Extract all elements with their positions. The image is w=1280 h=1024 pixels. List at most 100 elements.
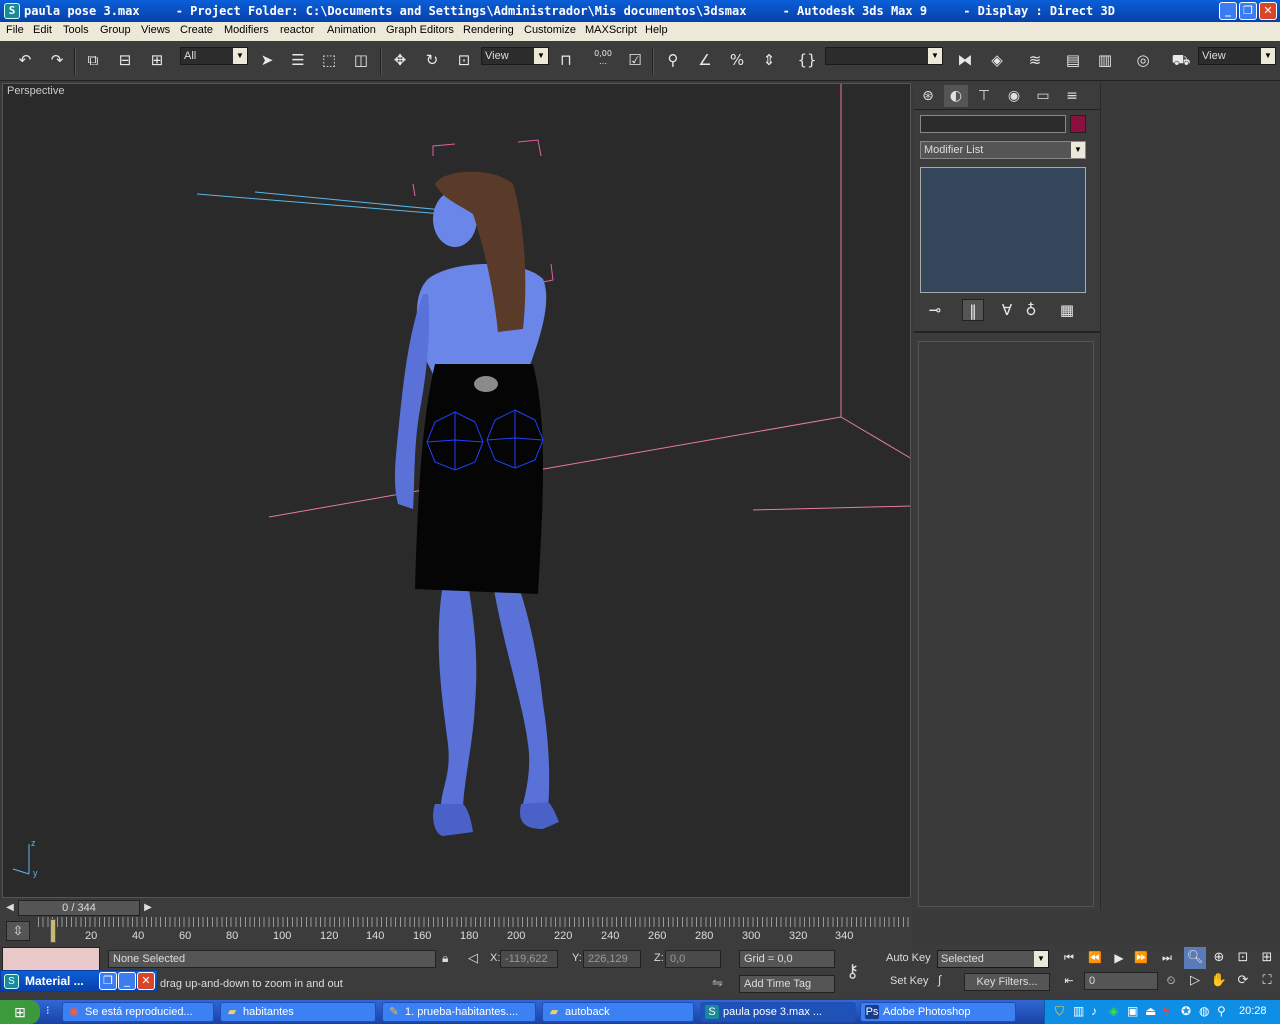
- selection-filter-dropdown[interactable]: All ▼: [180, 47, 248, 65]
- close-button[interactable]: ✕: [1259, 2, 1277, 20]
- layer-manager-icon[interactable]: ≋: [1024, 49, 1046, 71]
- menu-views[interactable]: Views: [141, 24, 170, 36]
- hierarchy-tab-icon[interactable]: ⊤: [972, 85, 996, 107]
- angle-snap-icon[interactable]: ∠: [694, 49, 716, 71]
- select-and-link-icon[interactable]: ⧉: [82, 49, 104, 71]
- reference-coordinate-dropdown[interactable]: View ▼: [481, 47, 549, 65]
- transform-mode-icon[interactable]: ◁: [468, 950, 478, 966]
- snaps-toggle-icon[interactable]: ⚲: [662, 49, 684, 71]
- create-tab-icon[interactable]: ⊛: [916, 85, 940, 107]
- zoom-extents-all-icon[interactable]: ⊞: [1256, 947, 1278, 969]
- select-and-scale-icon[interactable]: ⊡: [453, 49, 475, 71]
- set-key-button[interactable]: Set Key: [890, 975, 929, 987]
- open-mini-curve-editor-icon[interactable]: ⇳: [6, 921, 30, 941]
- previous-frame-icon[interactable]: ⏪: [1084, 947, 1106, 969]
- time-slider-next-icon[interactable]: ▶: [142, 901, 154, 915]
- spinner-snap-icon[interactable]: 0,00 ⋯: [592, 49, 614, 71]
- maximize-button[interactable]: ❐: [1239, 2, 1257, 20]
- menu-help[interactable]: Help: [645, 24, 668, 36]
- menu-tools[interactable]: Tools: [63, 24, 89, 36]
- modify-tab-icon[interactable]: ◐: [944, 85, 968, 107]
- align-icon[interactable]: ◈: [986, 49, 1008, 71]
- redo-icon[interactable]: ↷: [46, 49, 68, 71]
- arc-rotate-icon[interactable]: ⟳: [1232, 970, 1254, 992]
- curve-editor-icon[interactable]: ▤: [1062, 49, 1084, 71]
- remove-modifier-icon[interactable]: ♁: [1020, 299, 1042, 321]
- zoom-all-icon[interactable]: ⊕: [1208, 947, 1230, 969]
- select-and-rotate-icon[interactable]: ↻: [421, 49, 443, 71]
- task-button[interactable]: ◉ Se está reproducied...: [62, 1002, 214, 1022]
- time-configuration-icon[interactable]: ⏲: [1160, 970, 1182, 992]
- usb-icon[interactable]: ⏏: [1145, 1004, 1156, 1018]
- unlink-selection-icon[interactable]: ⊟: [114, 49, 136, 71]
- quick-launch-icon[interactable]: ⁝: [46, 1004, 50, 1017]
- menu-create[interactable]: Create: [180, 24, 213, 36]
- messenger-icon[interactable]: ◈: [1109, 1004, 1118, 1018]
- menu-customize[interactable]: Customize: [524, 24, 576, 36]
- start-button[interactable]: ⊞: [0, 1000, 40, 1024]
- percent-snap-icon[interactable]: %: [726, 49, 748, 71]
- show-end-result-icon[interactable]: ‖: [962, 299, 984, 321]
- maximize-viewport-icon[interactable]: ⛶: [1256, 970, 1278, 992]
- menu-graph-editors[interactable]: Graph Editors: [386, 24, 454, 36]
- named-selection-sets-dropdown[interactable]: ▼: [825, 47, 943, 65]
- current-frame-field[interactable]: 0: [1084, 972, 1158, 990]
- rectangular-selection-icon[interactable]: ⬚: [318, 49, 340, 71]
- render-view-dropdown[interactable]: View ▼: [1198, 47, 1276, 65]
- close-button[interactable]: ✕: [137, 972, 155, 990]
- menu-reactor[interactable]: reactor: [280, 24, 314, 36]
- menu-group[interactable]: Group: [100, 24, 131, 36]
- app-icon[interactable]: S: [4, 3, 20, 19]
- object-color-swatch[interactable]: [1070, 115, 1086, 133]
- key-filters-button[interactable]: Key Filters...: [964, 973, 1050, 991]
- utilities-tab-icon[interactable]: ≡: [1060, 85, 1084, 107]
- menu-file[interactable]: File: [6, 24, 24, 36]
- pin-stack-icon[interactable]: ⊸: [924, 299, 946, 321]
- bind-to-space-warp-icon[interactable]: ⊞: [146, 49, 168, 71]
- select-by-name-icon[interactable]: ☰: [287, 49, 309, 71]
- modifier-stack[interactable]: [920, 167, 1086, 293]
- time-slider[interactable]: ◀ 0 / 344 ▶: [0, 899, 912, 917]
- undo-icon[interactable]: ↶: [14, 49, 36, 71]
- menu-edit[interactable]: Edit: [33, 24, 52, 36]
- menu-animation[interactable]: Animation: [327, 24, 376, 36]
- task-button[interactable]: ▰ autoback: [542, 1002, 694, 1022]
- display-tab-icon[interactable]: ▭: [1031, 85, 1055, 107]
- perspective-viewport[interactable]: Perspective z y: [2, 83, 911, 898]
- y-coordinate-field[interactable]: 226,129: [583, 950, 641, 968]
- field-of-view-icon[interactable]: ▷: [1184, 970, 1206, 992]
- select-and-move-icon[interactable]: ✥: [389, 49, 411, 71]
- lock-selection-icon[interactable]: 🔒︎: [442, 951, 448, 966]
- security-shield-icon[interactable]: ⛉: [1055, 1004, 1064, 1019]
- task-button[interactable]: ✎ 1. prueba-habitantes....: [382, 1002, 536, 1022]
- material-editor-minimized-window[interactable]: S Material ... ❐ _ ✕: [0, 970, 158, 992]
- x-coordinate-field[interactable]: -119,622: [500, 950, 558, 968]
- add-time-tag-button[interactable]: Add Time Tag: [739, 975, 835, 993]
- current-frame-marker[interactable]: [50, 919, 56, 943]
- menu-maxscript[interactable]: MAXScript: [585, 24, 637, 36]
- key-mode-dropdown[interactable]: Selected ▼: [937, 950, 1049, 968]
- task-button[interactable]: Ps Adobe Photoshop: [860, 1002, 1016, 1022]
- schematic-view-icon[interactable]: ▥: [1094, 49, 1116, 71]
- manipulate-icon[interactable]: ☑: [624, 49, 646, 71]
- pivot-center-icon[interactable]: ⊓: [555, 49, 577, 71]
- render-scene-icon[interactable]: ⛟: [1170, 49, 1192, 71]
- menu-modifiers[interactable]: Modifiers: [224, 24, 269, 36]
- set-keys-key-icon[interactable]: ⚷: [846, 961, 859, 982]
- modifier-list-dropdown[interactable]: Modifier List ▼: [920, 141, 1086, 159]
- task-button[interactable]: ▰ habitantes: [220, 1002, 376, 1022]
- auto-key-button[interactable]: Auto Key: [886, 952, 931, 964]
- configure-modifier-sets-icon[interactable]: ▦: [1056, 299, 1078, 321]
- restore-button[interactable]: ❐: [99, 972, 117, 990]
- next-frame-icon[interactable]: ⏩: [1130, 947, 1152, 969]
- select-object-icon[interactable]: ➤: [256, 49, 278, 71]
- clock[interactable]: 20:28: [1239, 1005, 1267, 1017]
- maxscript-listener-field[interactable]: [2, 947, 100, 971]
- display-icon[interactable]: ▣: [1127, 1004, 1138, 1018]
- window-crossing-icon[interactable]: ◫: [350, 49, 372, 71]
- time-tag-icon[interactable]: ⇋: [712, 975, 723, 991]
- mirror-icon[interactable]: ⧓: [954, 49, 976, 71]
- update-icon[interactable]: ◍: [1199, 1004, 1209, 1018]
- time-slider-thumb[interactable]: 0 / 344: [18, 900, 140, 916]
- zoom-icon[interactable]: 🔍︎: [1184, 947, 1206, 969]
